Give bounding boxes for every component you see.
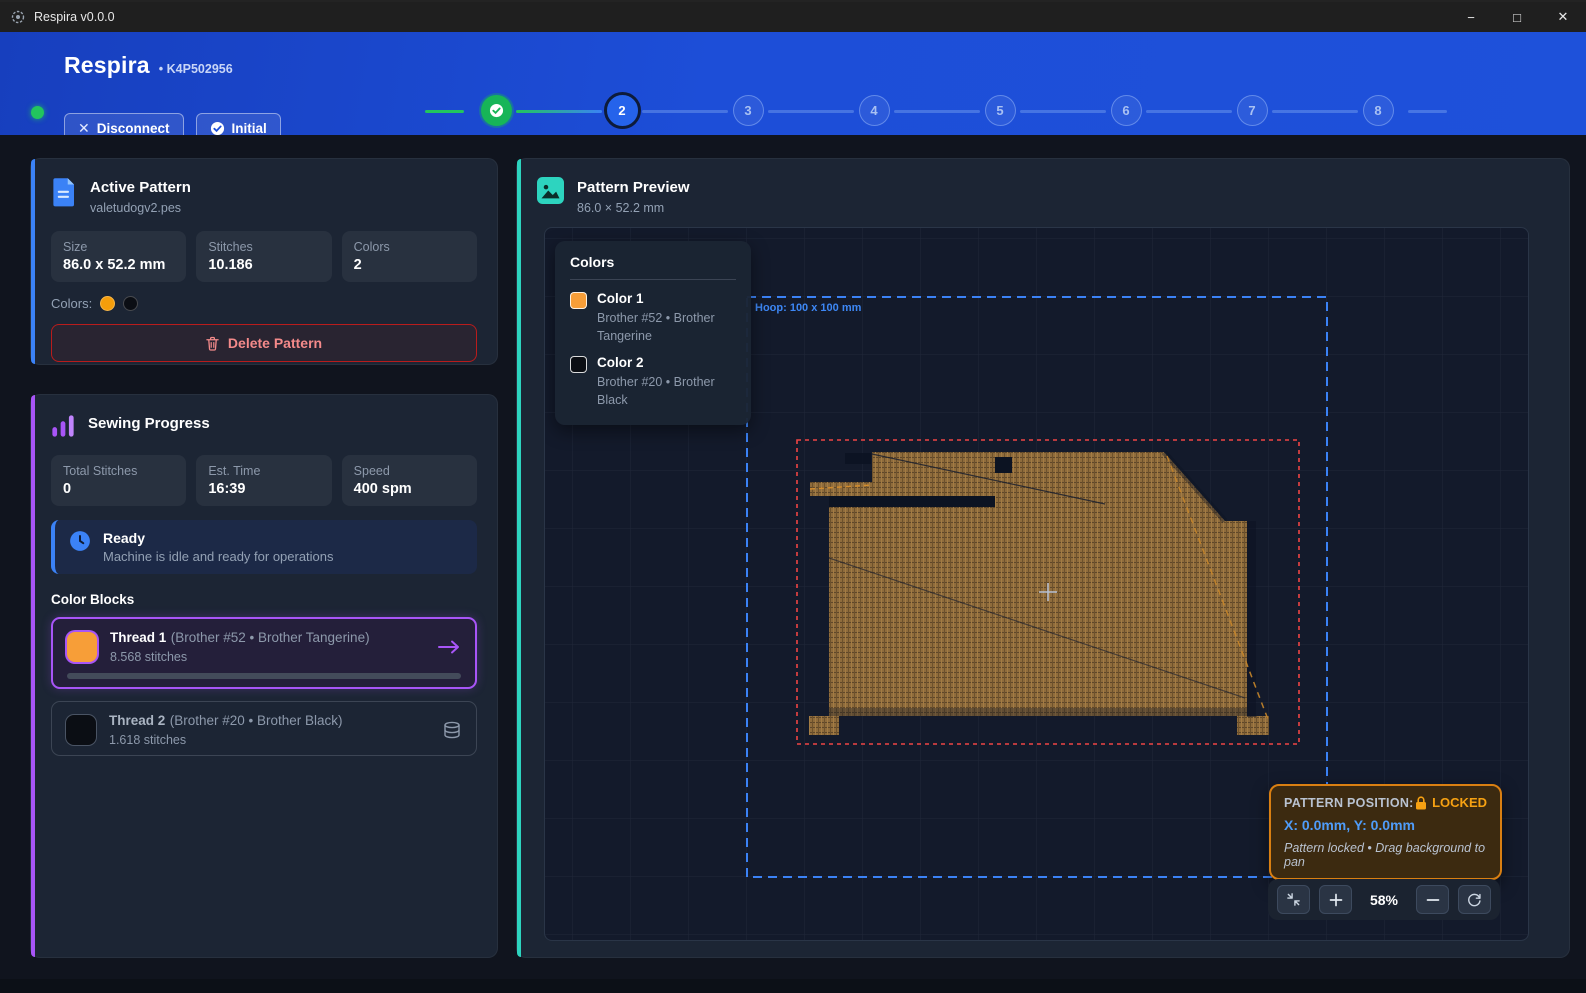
layers-icon bbox=[442, 720, 462, 740]
refresh-icon bbox=[1467, 892, 1482, 907]
step-circle: 2 bbox=[604, 92, 641, 129]
card-title: Pattern Preview bbox=[577, 177, 690, 196]
preview-canvas[interactable]: Hoop: 100 x 100 mm bbox=[544, 227, 1529, 941]
color-swatch-2 bbox=[123, 296, 138, 311]
color-swatch-1 bbox=[100, 296, 115, 311]
check-circle-icon bbox=[210, 121, 225, 136]
active-pattern-card: Active Pattern valetudogv2.pes Size 86.0… bbox=[30, 158, 498, 365]
stepper-line bbox=[425, 110, 464, 113]
stepper-line bbox=[1272, 110, 1358, 113]
image-icon bbox=[537, 177, 564, 204]
legend-swatch bbox=[570, 356, 587, 373]
x-icon: ✕ bbox=[78, 120, 90, 137]
legend-entry: Color 2 Brother #20 • Brother Black bbox=[570, 355, 736, 409]
sewing-progress-card: Sewing Progress Total Stitches 0 Est. Ti… bbox=[30, 394, 498, 958]
pattern-coordinates: X: 0.0mm, Y: 0.0mm bbox=[1284, 817, 1487, 833]
zoom-out-button[interactable] bbox=[1416, 885, 1449, 914]
thread-block-1[interactable]: Thread 1 (Brother #52 • Brother Tangerin… bbox=[51, 617, 477, 689]
stat-size: Size 86.0 x 52.2 mm bbox=[51, 231, 186, 282]
app-icon bbox=[10, 9, 26, 25]
colors-label: Colors: bbox=[51, 296, 92, 311]
title-bar: Respira v0.0.0 − □ ✕ bbox=[0, 0, 1586, 32]
connection-status-dot bbox=[31, 106, 44, 119]
thread-progress-bar bbox=[67, 673, 461, 679]
card-title: Active Pattern bbox=[90, 177, 191, 196]
stat-speed: Speed 400 spm bbox=[342, 455, 477, 506]
machine-status-box: Ready Machine is idle and ready for oper… bbox=[51, 520, 477, 574]
window-bottom-edge bbox=[0, 979, 1586, 993]
arrow-right-icon bbox=[437, 639, 461, 655]
minimize-button[interactable]: − bbox=[1448, 2, 1494, 32]
pattern-filename: valetudogv2.pes bbox=[90, 201, 191, 215]
status-title: Ready bbox=[103, 530, 334, 546]
stepper-line bbox=[642, 110, 728, 113]
lock-icon bbox=[1415, 796, 1427, 810]
step-circle: 4 bbox=[859, 95, 890, 126]
trash-icon bbox=[206, 336, 219, 351]
legend-title: Colors bbox=[570, 254, 736, 280]
hoop-label: Hoop: 100 x 100 mm bbox=[755, 302, 862, 314]
zoom-in-button[interactable] bbox=[1319, 885, 1352, 914]
step-circle: 3 bbox=[733, 95, 764, 126]
step-circle: 8 bbox=[1363, 95, 1394, 126]
legend-swatch bbox=[570, 292, 587, 309]
legend-entry: Color 1 Brother #52 • Brother Tangerine bbox=[570, 291, 736, 345]
fit-view-button[interactable] bbox=[1277, 885, 1310, 914]
card-accent bbox=[31, 159, 35, 364]
step-circle: 5 bbox=[985, 95, 1016, 126]
bar-chart-icon bbox=[51, 413, 75, 439]
reset-view-button[interactable] bbox=[1458, 885, 1491, 914]
pattern-position-overlay: PATTERN POSITION: LOCKED X: 0.0mm, Y: 0.… bbox=[1269, 784, 1502, 880]
stepper-line bbox=[768, 110, 854, 113]
app-name: Respira bbox=[64, 52, 150, 79]
stepper-line bbox=[894, 110, 980, 113]
stat-stitches: Stitches 10.186 bbox=[196, 231, 331, 282]
zoom-controls: 58% bbox=[1268, 879, 1500, 920]
position-label: PATTERN POSITION: bbox=[1284, 796, 1414, 810]
app-header: Respira • K4P502956 ✕ Disconnect Initial bbox=[0, 32, 1586, 135]
colors-legend: Colors Color 1 Brother #52 • Brother Tan… bbox=[555, 241, 751, 425]
main-content: Active Pattern valetudogv2.pes Size 86.0… bbox=[0, 135, 1586, 979]
window-title: Respira v0.0.0 bbox=[34, 10, 115, 24]
step-circle: 6 bbox=[1111, 95, 1142, 126]
zoom-level: 58% bbox=[1361, 892, 1407, 908]
step-circle bbox=[481, 95, 512, 126]
machine-serial: K4P502956 bbox=[167, 62, 233, 76]
preview-dimensions: 86.0 × 52.2 mm bbox=[577, 201, 690, 215]
pattern-preview-card: Pattern Preview 86.0 × 52.2 mm bbox=[516, 158, 1570, 958]
embroidery-pattern[interactable] bbox=[809, 452, 1269, 735]
status-description: Machine is idle and ready for operations bbox=[103, 549, 334, 564]
clock-icon bbox=[69, 530, 91, 552]
stepper-line bbox=[1146, 110, 1232, 113]
maximize-button[interactable]: □ bbox=[1494, 2, 1540, 32]
stepper-line bbox=[1408, 110, 1447, 113]
pan-hint: Pattern locked • Drag background to pan bbox=[1284, 841, 1487, 869]
plus-icon bbox=[1329, 893, 1343, 907]
thread-swatch bbox=[67, 632, 97, 662]
close-button[interactable]: ✕ bbox=[1540, 2, 1586, 32]
stat-est-time: Est. Time 16:39 bbox=[196, 455, 331, 506]
thread-swatch bbox=[66, 715, 96, 745]
check-icon bbox=[489, 103, 504, 118]
color-blocks-label: Color Blocks bbox=[51, 592, 477, 607]
card-accent bbox=[517, 159, 521, 957]
stepper-line bbox=[1020, 110, 1106, 113]
step-circle: 7 bbox=[1237, 95, 1268, 126]
file-icon bbox=[51, 177, 77, 207]
stat-total-stitches: Total Stitches 0 bbox=[51, 455, 186, 506]
locked-badge: LOCKED bbox=[1415, 795, 1487, 810]
thread-block-2[interactable]: Thread 2 (Brother #20 • Brother Black) 1… bbox=[51, 701, 477, 756]
stepper-line bbox=[516, 110, 602, 113]
delete-pattern-button[interactable]: Delete Pattern bbox=[51, 324, 477, 362]
card-title: Sewing Progress bbox=[88, 413, 210, 432]
app-window: Respira v0.0.0 − □ ✕ Respira • K4P502956… bbox=[0, 0, 1586, 993]
stat-colors: Colors 2 bbox=[342, 231, 477, 282]
compress-icon bbox=[1286, 892, 1301, 907]
card-accent bbox=[31, 395, 35, 957]
minus-icon bbox=[1426, 893, 1440, 907]
